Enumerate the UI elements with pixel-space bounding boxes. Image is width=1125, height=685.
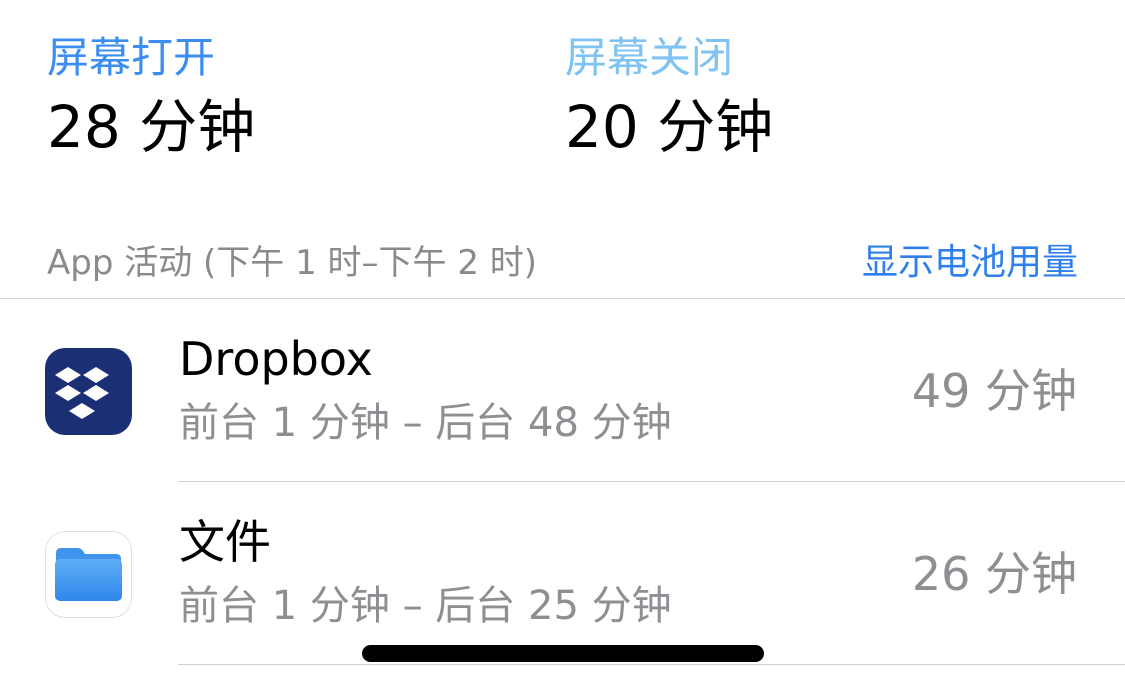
app-usage-detail: 前台 1 分钟 – 后台 48 分钟 bbox=[179, 400, 672, 446]
folder-icon bbox=[45, 531, 132, 618]
app-name: 文件 bbox=[179, 515, 271, 569]
app-activity-header: App 活动 (下午 1 时–下午 2 时) 显示电池用量 bbox=[47, 236, 1078, 290]
app-usage-detail: 前台 1 分钟 – 后台 25 分钟 bbox=[179, 583, 672, 629]
app-usage-total: 26 分钟 bbox=[911, 547, 1077, 601]
home-indicator[interactable] bbox=[362, 645, 764, 662]
screen-off-value: 20 分钟 bbox=[565, 93, 774, 161]
screen-on-stat: 屏幕打开 28 分钟 bbox=[47, 30, 255, 162]
dropbox-icon bbox=[45, 348, 132, 435]
screen-off-stat: 屏幕关闭 20 分钟 bbox=[565, 30, 773, 162]
app-usage-total: 49 分钟 bbox=[911, 364, 1077, 418]
app-row-files[interactable]: 文件 前台 1 分钟 – 后台 25 分钟 26 分钟 bbox=[0, 482, 1125, 665]
app-activity-title: App 活动 (下午 1 时–下午 2 时) bbox=[47, 243, 538, 283]
screen-off-label: 屏幕关闭 bbox=[565, 33, 734, 82]
screen-on-value: 28 分钟 bbox=[47, 93, 256, 161]
app-row-dropbox[interactable]: Dropbox 前台 1 分钟 – 后台 48 分钟 49 分钟 bbox=[0, 299, 1125, 482]
screen-on-label: 屏幕打开 bbox=[47, 33, 216, 82]
divider bbox=[178, 664, 1125, 665]
app-name: Dropbox bbox=[179, 332, 373, 386]
show-battery-usage-link[interactable]: 显示电池用量 bbox=[862, 236, 1078, 290]
